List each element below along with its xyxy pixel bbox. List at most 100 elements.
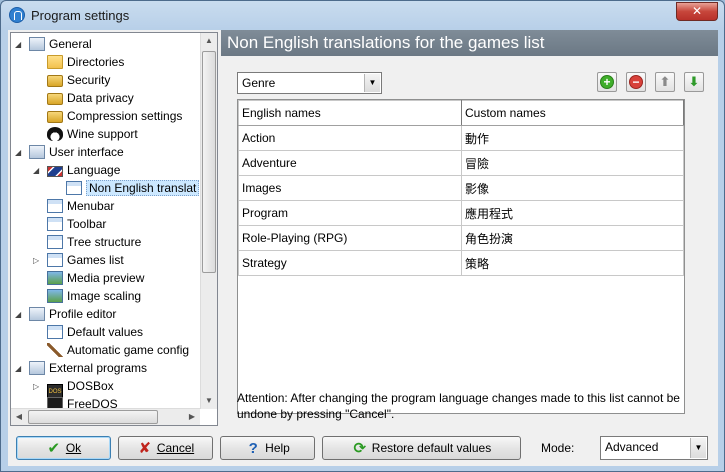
column-header-english-names[interactable]: English names xyxy=(238,100,462,126)
chevron-down-icon: ▼ xyxy=(364,74,380,92)
scroll-down-icon[interactable]: ▼ xyxy=(201,393,217,409)
collapse-icon[interactable]: ◢ xyxy=(15,148,24,157)
category-select[interactable]: Genre ▼ xyxy=(237,72,382,94)
tree-item-general[interactable]: ◢ General xyxy=(15,35,92,53)
english-name-cell[interactable]: Program xyxy=(238,200,462,226)
ok-button[interactable]: ✔ Ok xyxy=(16,436,111,460)
column-header-custom-names[interactable]: Custom names xyxy=(461,100,684,126)
arrow-up-icon: ⬆ xyxy=(659,74,671,89)
delete-button[interactable]: − xyxy=(626,72,646,92)
settings-icon xyxy=(29,307,45,321)
collapse-icon[interactable]: ◢ xyxy=(15,40,24,49)
window-icon xyxy=(47,217,63,231)
expand-icon[interactable]: ▷ xyxy=(33,256,42,265)
flag-icon xyxy=(47,166,63,177)
tree-item-data-privacy[interactable]: Data privacy xyxy=(47,89,134,107)
add-button[interactable]: + xyxy=(597,72,617,92)
tree-item-automatic-game-config[interactable]: Automatic game config xyxy=(47,341,189,359)
scrollbar-thumb[interactable] xyxy=(202,51,216,273)
tree-item-user-interface[interactable]: ◢ User interface xyxy=(15,143,124,161)
tree-item-toolbar[interactable]: Toolbar xyxy=(47,215,106,233)
lock-icon xyxy=(47,93,63,105)
lock-icon xyxy=(47,111,63,123)
arrow-down-icon: ⬇ xyxy=(688,74,700,89)
window-icon xyxy=(66,181,82,195)
move-up-button[interactable]: ⬆ xyxy=(655,72,675,92)
tree-horizontal-scrollbar[interactable]: ◀ ▶ xyxy=(11,408,200,425)
cancel-button[interactable]: ✘ Cancel xyxy=(118,436,213,460)
mode-label: Mode: xyxy=(541,441,575,455)
minus-icon: − xyxy=(629,75,643,89)
tree-item-non-english-translations[interactable]: Non English translat xyxy=(66,179,200,197)
help-button[interactable]: ? Help xyxy=(220,436,315,460)
table-row[interactable]: Program 應用程式 xyxy=(238,200,684,226)
tree-item-profile-editor[interactable]: ◢ Profile editor xyxy=(15,305,116,323)
tree-item-security[interactable]: Security xyxy=(47,71,110,89)
tree-item-menubar[interactable]: Menubar xyxy=(47,197,114,215)
scrollbar-thumb[interactable] xyxy=(28,410,158,424)
english-name-cell[interactable]: Strategy xyxy=(238,250,462,276)
table-row[interactable]: Adventure 冒險 xyxy=(238,150,684,176)
program-settings-window: Program settings ✕ ◢ General Directories… xyxy=(0,0,725,472)
scroll-right-icon[interactable]: ▶ xyxy=(184,409,200,425)
english-name-cell[interactable]: Action xyxy=(238,125,462,151)
window-icon xyxy=(47,253,63,267)
tree-item-external-programs[interactable]: ◢ External programs xyxy=(15,359,147,377)
chevron-down-icon: ▼ xyxy=(690,438,706,458)
lock-icon xyxy=(47,75,63,87)
close-button[interactable]: ✕ xyxy=(676,2,718,21)
scroll-left-icon[interactable]: ◀ xyxy=(11,409,27,425)
tree-item-directories[interactable]: Directories xyxy=(47,53,124,71)
image-icon xyxy=(47,289,63,303)
expand-icon[interactable]: ▷ xyxy=(33,382,42,391)
table-header-row: English names Custom names xyxy=(238,100,684,126)
tree-item-compression-settings[interactable]: Compression settings xyxy=(47,107,182,125)
restore-defaults-button[interactable]: ⟳ Restore default values xyxy=(322,436,521,460)
table-row[interactable]: Role-Playing (RPG) 角色扮演 xyxy=(238,225,684,251)
penguin-icon xyxy=(47,127,63,141)
tree-item-language[interactable]: ◢ Language xyxy=(33,161,120,179)
tree-item-games-list[interactable]: ▷ Games list xyxy=(33,251,124,269)
english-name-cell[interactable]: Images xyxy=(238,175,462,201)
custom-name-cell[interactable]: 角色扮演 xyxy=(461,225,684,251)
english-name-cell[interactable]: Role-Playing (RPG) xyxy=(238,225,462,251)
tree-item-image-scaling[interactable]: Image scaling xyxy=(47,287,141,305)
window-icon xyxy=(47,325,63,339)
custom-name-cell[interactable]: 策略 xyxy=(461,250,684,276)
tree-item-dosbox[interactable]: ▷ DOSBox xyxy=(33,377,114,398)
collapse-icon[interactable]: ◢ xyxy=(33,166,42,175)
settings-icon xyxy=(29,37,45,51)
mode-select[interactable]: Advanced ▼ xyxy=(600,436,708,460)
english-name-cell[interactable]: Adventure xyxy=(238,150,462,176)
tree-item-media-preview[interactable]: Media preview xyxy=(47,269,144,287)
help-icon: ? xyxy=(248,440,258,457)
tree-item-wine-support[interactable]: Wine support xyxy=(47,125,138,143)
table-row[interactable]: Action 動作 xyxy=(238,125,684,151)
custom-name-cell[interactable]: 動作 xyxy=(461,125,684,151)
custom-name-cell[interactable]: 應用程式 xyxy=(461,200,684,226)
move-down-button[interactable]: ⬇ xyxy=(684,72,704,92)
collapse-icon[interactable]: ◢ xyxy=(15,310,24,319)
title-bar: Program settings ✕ xyxy=(1,1,724,31)
window-title: Program settings xyxy=(31,8,130,23)
custom-name-cell[interactable]: 影像 xyxy=(461,175,684,201)
custom-name-cell[interactable]: 冒險 xyxy=(461,150,684,176)
window-icon xyxy=(47,199,63,213)
translations-table: English names Custom names Action 動作 Adve… xyxy=(237,99,685,414)
category-select-value: Genre xyxy=(242,76,276,90)
plus-icon: + xyxy=(600,75,614,89)
table-row[interactable]: Strategy 策略 xyxy=(238,250,684,276)
dialog-client-area: ◢ General Directories Security Data priv… xyxy=(8,30,718,466)
window-icon xyxy=(47,235,63,249)
table-row[interactable]: Images 影像 xyxy=(238,175,684,201)
scroll-up-icon[interactable]: ▲ xyxy=(201,33,217,49)
page-title: Non English translations for the games l… xyxy=(221,30,718,56)
wand-icon xyxy=(47,343,63,357)
collapse-icon[interactable]: ◢ xyxy=(15,364,24,373)
tree-item-tree-structure[interactable]: Tree structure xyxy=(47,233,141,251)
image-icon xyxy=(47,271,63,285)
x-icon: ✘ xyxy=(138,440,152,457)
app-icon xyxy=(9,7,25,23)
tree-vertical-scrollbar[interactable]: ▲ ▼ xyxy=(200,33,217,409)
tree-item-default-values[interactable]: Default values xyxy=(47,323,143,341)
